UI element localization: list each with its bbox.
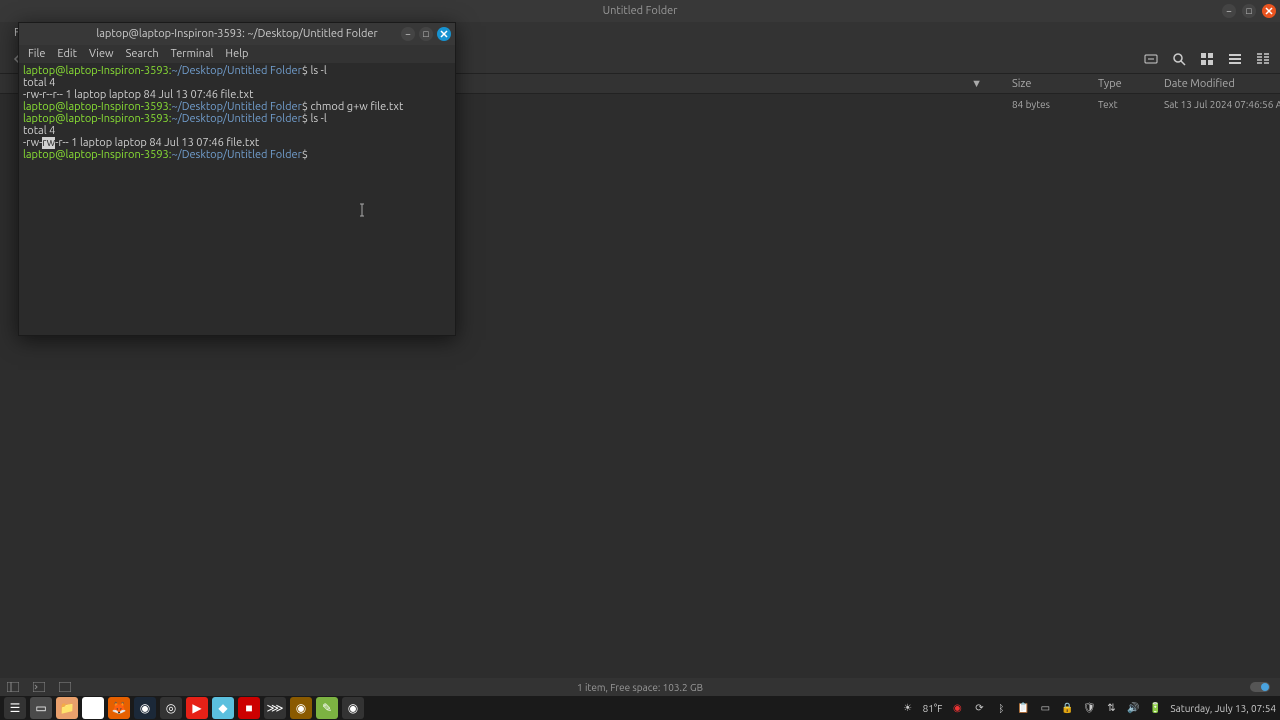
app-icon-1[interactable]: ◎ — [160, 697, 182, 719]
app-icon-2[interactable]: ◆ — [212, 697, 234, 719]
terminal-menubar: File Edit View Search Terminal Help — [19, 45, 455, 63]
status-text: 1 item, Free space: 103.2 GB — [577, 682, 703, 693]
lock-icon[interactable]: 🔒 — [1060, 701, 1074, 715]
file-manager-statusbar: 1 item, Free space: 103.2 GB — [0, 678, 1280, 696]
show-desktop-icon[interactable]: ▭ — [30, 697, 52, 719]
updates-icon[interactable]: ⟳ — [972, 701, 986, 715]
term-close-button[interactable] — [437, 27, 451, 41]
sound-icon[interactable]: 🔊 — [1126, 701, 1140, 715]
weather-sun-icon[interactable]: ☀ — [901, 701, 915, 715]
file-manager-titlebar: Untitled Folder – □ — [0, 0, 1280, 22]
term-output: -rw-rw-r-- 1 laptop laptop 84 Jul 13 07:… — [23, 137, 451, 149]
column-header-size[interactable]: Size — [1012, 78, 1068, 90]
sidebar-toggle-icon[interactable] — [4, 678, 22, 696]
sort-indicator-icon[interactable]: ▼ — [971, 78, 982, 90]
app-icon-6[interactable]: ✎ — [316, 697, 338, 719]
compact-view-icon[interactable] — [1254, 50, 1272, 68]
menu-icon[interactable]: ☰ — [4, 697, 26, 719]
text-cursor-icon — [359, 203, 365, 217]
record-icon[interactable]: ◉ — [950, 701, 964, 715]
app-icon-5[interactable]: ◉ — [290, 697, 312, 719]
term-output: -rw-r--r-- 1 laptop laptop 84 Jul 13 07:… — [23, 89, 451, 101]
term-output: total 4 — [23, 125, 451, 137]
firefox-icon[interactable]: 🦊 — [108, 697, 130, 719]
term-minimize-button[interactable]: – — [401, 27, 415, 41]
shield-icon[interactable]: 🛡 — [1082, 701, 1096, 715]
files-icon[interactable]: 📁 — [56, 697, 78, 719]
close-icon — [1265, 7, 1273, 15]
tray-temperature[interactable]: 81°F — [923, 703, 943, 714]
taskbar-launchers: ☰▭📁◉🦊◉◎▶◆■⋙◉✎◉ — [4, 697, 364, 719]
prompt-user: laptop@laptop-Inspiron-3593 — [23, 65, 169, 77]
search-icon[interactable] — [1170, 50, 1188, 68]
file-size: 84 bytes — [1012, 99, 1068, 110]
steam-icon[interactable]: ◉ — [134, 697, 156, 719]
term-maximize-button[interactable]: □ — [419, 27, 433, 41]
fm-minimize-button[interactable]: – — [1222, 4, 1236, 18]
list-view-icon[interactable] — [1226, 50, 1244, 68]
toggle-location-icon[interactable] — [1142, 50, 1160, 68]
term-cmd: ls -l — [311, 65, 327, 77]
clipboard-icon[interactable]: 📋 — [1016, 701, 1030, 715]
term-output: total 4 — [23, 77, 451, 89]
app-icon-4[interactable]: ⋙ — [264, 697, 286, 719]
app-icon-3[interactable]: ■ — [238, 697, 260, 719]
taskbar: ☰▭📁◉🦊◉◎▶◆■⋙◉✎◉ ☀ 81°F ◉ ⟳ ᛒ 📋 ▭ 🔒 🛡 ⇅ 🔊 … — [0, 696, 1280, 720]
tray-clock[interactable]: Saturday, July 13, 07:54 — [1170, 703, 1276, 714]
term-menu-view[interactable]: View — [84, 47, 119, 61]
terminal-shortcut-icon[interactable] — [30, 678, 48, 696]
term-menu-help[interactable]: Help — [220, 47, 253, 61]
close-icon — [440, 30, 448, 38]
terminal-title: laptop@laptop-Inspiron-3593: ~/Desktop/U… — [96, 28, 377, 40]
display-icon[interactable]: ▭ — [1038, 701, 1052, 715]
statusbar-icon[interactable] — [56, 678, 74, 696]
terminal-window: laptop@laptop-Inspiron-3593: ~/Desktop/U… — [18, 22, 456, 336]
term-menu-search[interactable]: Search — [121, 47, 164, 61]
prompt-path: ~/Desktop/Untitled Folder — [171, 65, 301, 77]
status-toggle[interactable] — [1250, 682, 1270, 692]
term-menu-edit[interactable]: Edit — [52, 47, 82, 61]
column-header-type[interactable]: Type — [1098, 78, 1134, 90]
fm-maximize-button[interactable]: □ — [1242, 4, 1256, 18]
term-menu-file[interactable]: File — [23, 47, 50, 61]
file-date: Sat 13 Jul 2024 07:46:56 AM PDT — [1164, 99, 1272, 110]
mint-icon[interactable]: ◉ — [342, 697, 364, 719]
system-tray: ☀ 81°F ◉ ⟳ ᛒ 📋 ▭ 🔒 🛡 ⇅ 🔊 🔋 Saturday, Jul… — [901, 701, 1276, 715]
play-icon[interactable]: ▶ — [186, 697, 208, 719]
fm-close-button[interactable] — [1262, 4, 1276, 18]
file-manager-title: Untitled Folder — [603, 5, 678, 17]
terminal-body[interactable]: laptop@laptop-Inspiron-3593:~/Desktop/Un… — [19, 63, 455, 335]
file-type: Text — [1098, 99, 1134, 110]
terminal-titlebar[interactable]: laptop@laptop-Inspiron-3593: ~/Desktop/U… — [19, 23, 455, 45]
battery-icon[interactable]: 🔋 — [1148, 701, 1162, 715]
bluetooth-icon[interactable]: ᛒ — [994, 701, 1008, 715]
highlighted-perms: rw — [42, 137, 55, 149]
column-header-date[interactable]: Date Modified — [1164, 78, 1272, 90]
term-cmd: ls -l — [311, 113, 327, 125]
chrome-icon[interactable]: ◉ — [82, 697, 104, 719]
network-icon[interactable]: ⇅ — [1104, 701, 1118, 715]
grid-view-icon[interactable] — [1198, 50, 1216, 68]
term-menu-terminal[interactable]: Terminal — [166, 47, 219, 61]
term-cmd: chmod g+w file.txt — [311, 101, 404, 113]
